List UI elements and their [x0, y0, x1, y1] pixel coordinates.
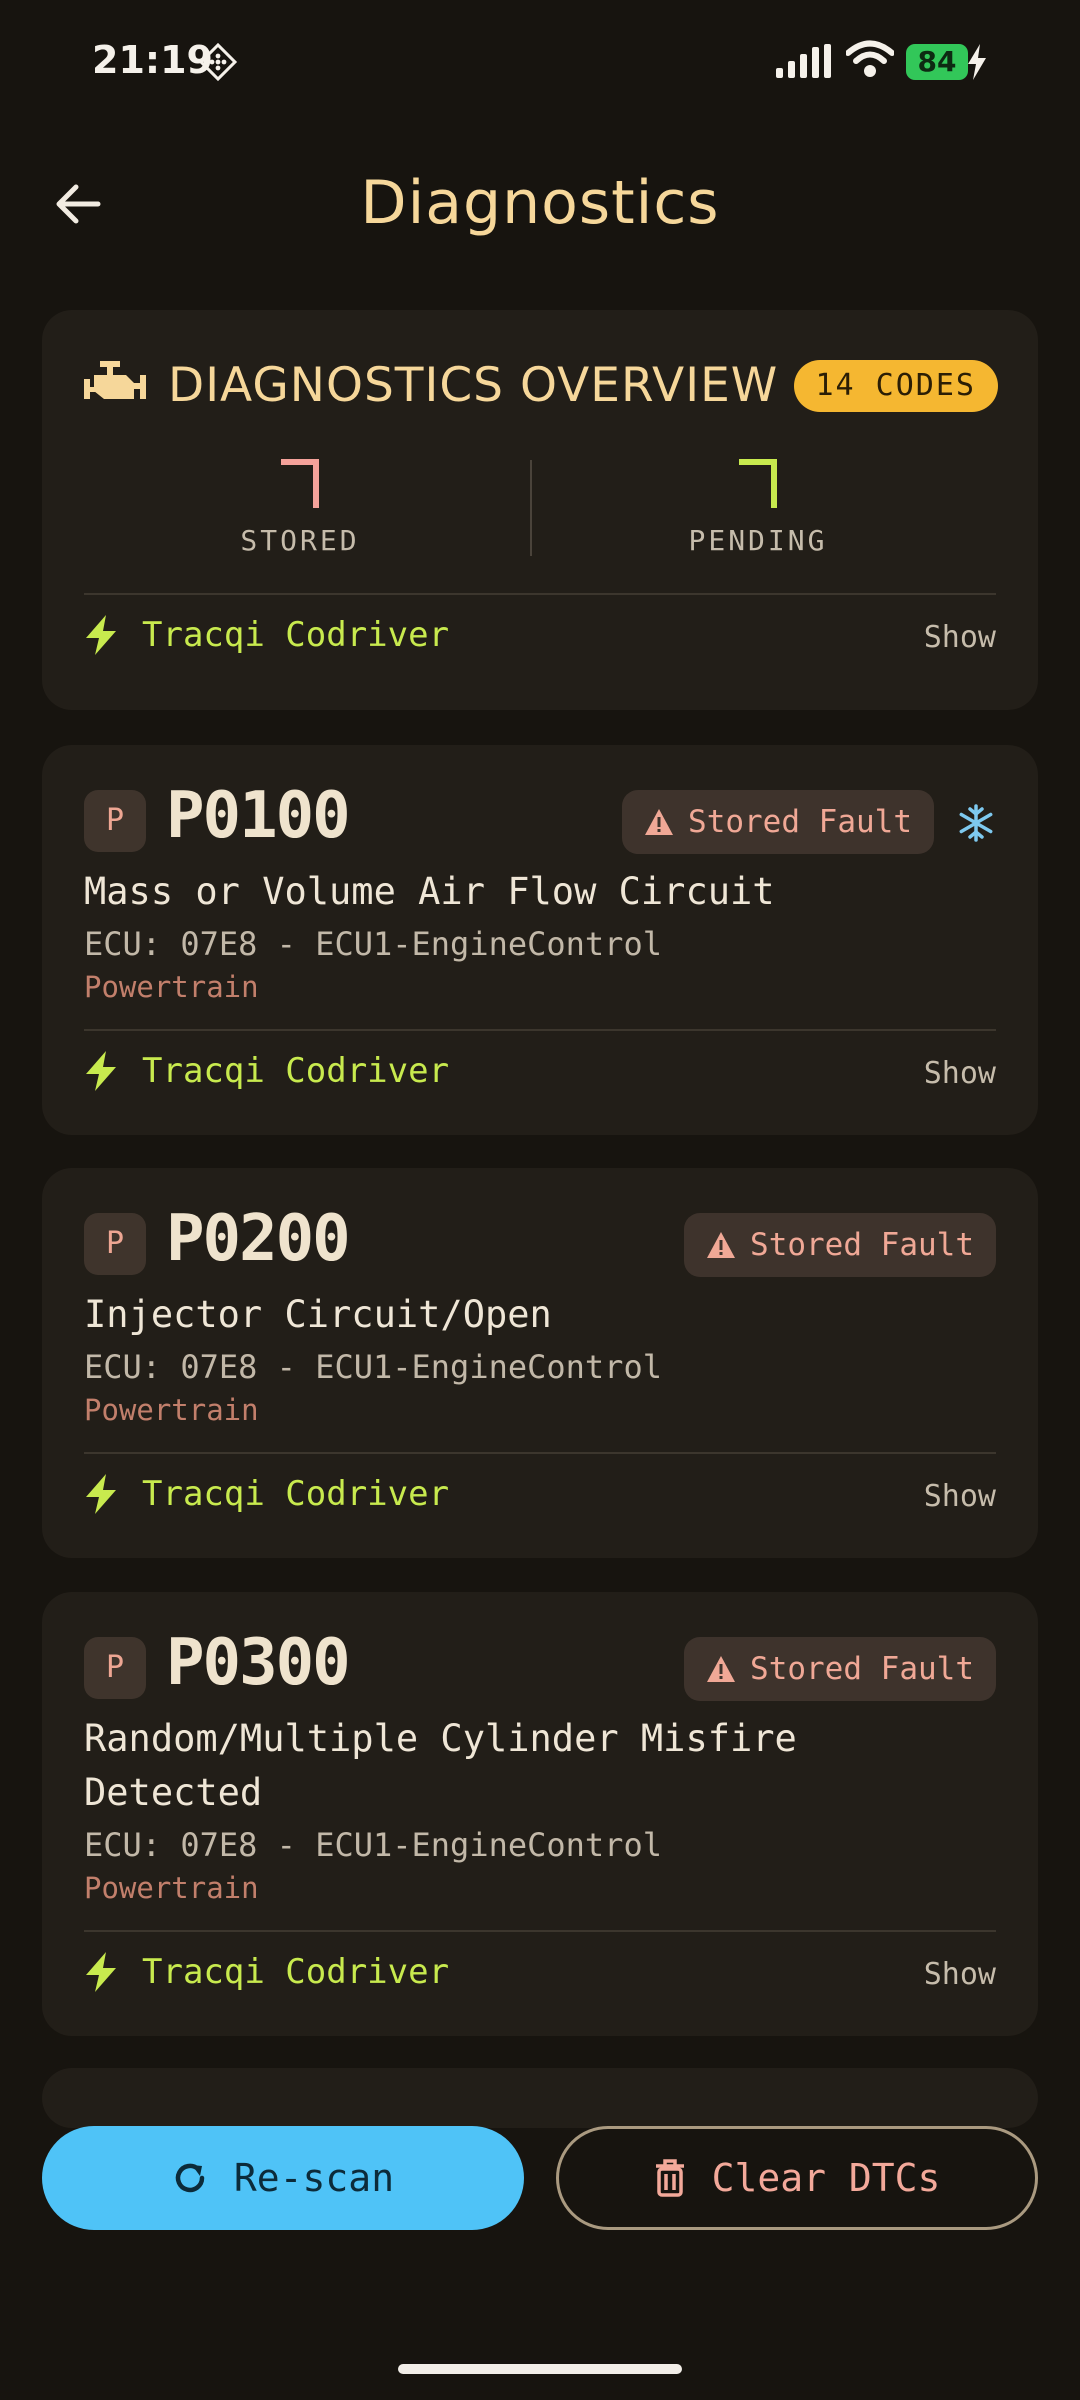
- dtc-ecu: ECU: 07E8 - ECU1-EngineControl: [84, 1826, 662, 1864]
- dtc-system: Powertrain: [84, 1393, 259, 1427]
- stored-fault-badge: Stored Fault: [684, 1213, 996, 1277]
- clear-dtcs-label: Clear DTCs: [711, 2156, 941, 2200]
- dtc-codriver-link[interactable]: Tracqi Codriver: [84, 1051, 449, 1091]
- rescan-label: Re-scan: [233, 2156, 395, 2200]
- snowflake-icon[interactable]: [956, 803, 996, 843]
- warning-icon: [707, 1656, 736, 1682]
- dtc-system: Powertrain: [84, 1871, 259, 1905]
- fault-status: Stored Fault: [688, 804, 912, 840]
- warning-icon: [707, 1232, 736, 1258]
- dtc-ecu: ECU: 07E8 - ECU1-EngineControl: [84, 1348, 662, 1386]
- lightning-icon: [86, 1051, 116, 1091]
- wifi-icon: [846, 40, 894, 77]
- diagnostics-screen: 21:19 84 Diagnostics DIAGNOSTICS OVERVIE…: [0, 0, 1080, 2400]
- dtc-card[interactable]: P P0200 Stored Fault Injector Circuit/Op…: [42, 1168, 1038, 1558]
- fault-status: Stored Fault: [750, 1227, 974, 1263]
- status-bar: 21:19 84: [0, 0, 1080, 120]
- rescan-button[interactable]: Re-scan: [42, 2126, 524, 2230]
- card-divider: [84, 1029, 996, 1031]
- dtc-category-tile: P: [84, 1213, 146, 1275]
- home-indicator[interactable]: [398, 2364, 682, 2374]
- trash-icon: [655, 2159, 684, 2197]
- refresh-icon: [175, 2163, 205, 2193]
- dtc-category-tile: P: [84, 1637, 146, 1699]
- pending-count-glyph: [739, 459, 777, 508]
- overview-title: DIAGNOSTICS OVERVIEW: [168, 357, 779, 413]
- diagnostics-overview-card: DIAGNOSTICS OVERVIEW 14 CODES STORED PEN…: [42, 310, 1038, 710]
- pending-label: PENDING: [688, 524, 828, 557]
- dtc-system: Powertrain: [84, 970, 259, 1004]
- overview-header: DIAGNOSTICS OVERVIEW: [82, 355, 778, 415]
- status-time: 21:19: [92, 38, 213, 82]
- dtc-show-button[interactable]: Show: [924, 1056, 996, 1091]
- dtc-ecu: ECU: 07E8 - ECU1-EngineControl: [84, 925, 662, 963]
- stored-stat: STORED: [150, 458, 450, 557]
- overview-show-button[interactable]: Show: [924, 620, 996, 655]
- stored-fault-badge: Stored Fault: [684, 1637, 996, 1701]
- dtc-show-button[interactable]: Show: [924, 1479, 996, 1514]
- page-title: Diagnostics: [360, 168, 720, 238]
- dtc-code: P0200: [166, 1202, 351, 1276]
- dtc-card[interactable]: P P0300 Stored Fault Random/Multiple Cyl…: [42, 1592, 1038, 2036]
- charging-bolt-icon: [968, 44, 986, 80]
- stored-count-glyph: [281, 459, 319, 508]
- dtc-description: Random/Multiple Cylinder Misfire Detecte…: [84, 1717, 797, 1814]
- stat-divider: [530, 460, 532, 556]
- codriver-label: Tracqi Codriver: [142, 1474, 450, 1514]
- signal-icon: [776, 44, 831, 78]
- card-divider: [84, 1452, 996, 1454]
- engine-icon: [84, 361, 146, 399]
- dtc-card-partial: [42, 2068, 1038, 2128]
- dtc-category-tile: P: [84, 790, 146, 852]
- stored-fault-badge: Stored Fault: [622, 790, 934, 854]
- pending-stat: PENDING: [608, 458, 908, 557]
- dtc-code: P0100: [166, 779, 351, 853]
- overview-codriver-link[interactable]: Tracqi Codriver: [84, 615, 449, 655]
- codes-count-badge: 14 CODES: [793, 360, 998, 412]
- nfc-icon: [198, 42, 238, 82]
- fault-status: Stored Fault: [750, 1651, 974, 1687]
- codriver-label: Tracqi Codriver: [142, 1952, 450, 1992]
- overview-divider: [84, 593, 996, 595]
- dtc-card[interactable]: P P0100 Stored Fault Mass or Volume Air …: [42, 745, 1038, 1135]
- battery-level: 84: [917, 45, 957, 78]
- clear-dtcs-button[interactable]: Clear DTCs: [556, 2126, 1038, 2230]
- dtc-description: Mass or Volume Air Flow Circuit: [84, 870, 775, 913]
- lightning-icon: [86, 1474, 116, 1514]
- lightning-icon: [86, 615, 116, 655]
- dtc-codriver-link[interactable]: Tracqi Codriver: [84, 1952, 449, 1992]
- dtc-code: P0300: [166, 1626, 351, 1700]
- stored-label: STORED: [240, 524, 360, 557]
- codriver-label: Tracqi Codriver: [142, 615, 450, 655]
- dtc-show-button[interactable]: Show: [924, 1957, 996, 1992]
- codriver-label: Tracqi Codriver: [142, 1051, 450, 1091]
- battery-icon: 84: [906, 44, 968, 80]
- dtc-description: Injector Circuit/Open: [84, 1293, 552, 1336]
- lightning-icon: [86, 1952, 116, 1992]
- dtc-codriver-link[interactable]: Tracqi Codriver: [84, 1474, 449, 1514]
- warning-icon: [645, 809, 674, 835]
- card-divider: [84, 1930, 996, 1932]
